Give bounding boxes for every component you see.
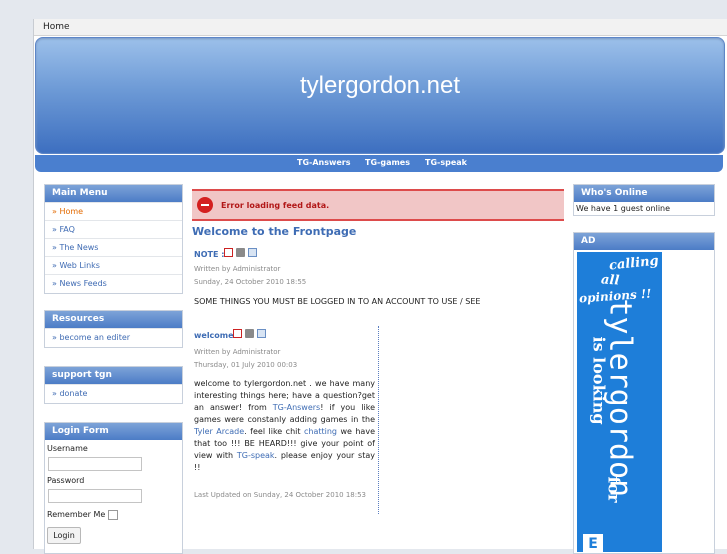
nav-tg-games[interactable]: TG-games [365, 158, 410, 167]
username-input[interactable] [48, 457, 142, 471]
password-input[interactable] [48, 489, 142, 503]
error-icon [197, 197, 213, 213]
page-title: Welcome to the Frontpage [192, 225, 357, 238]
pdf-icon[interactable] [233, 329, 242, 338]
whos-online-box: Who's Online We have 1 guest online [573, 184, 715, 216]
menu-item-web-links[interactable]: » Web Links [45, 256, 182, 274]
login-title: Login Form [45, 423, 182, 440]
top-nav: TG-Answers TG-games TG-speak [35, 155, 723, 172]
login-button[interactable]: Login [47, 527, 81, 544]
login-form: Login Form Username Password Remember Me… [44, 422, 183, 554]
link-chatting[interactable]: chatting [304, 427, 337, 436]
site-header: tylergordon.net [35, 37, 725, 154]
site-title[interactable]: tylergordon.net [36, 72, 724, 100]
link-tyler-arcade[interactable]: Tyler Arcade [194, 427, 244, 436]
menu-item-news[interactable]: » The News [45, 238, 182, 256]
ad-title: AD [574, 233, 714, 250]
remember-me-label: Remember Me [47, 510, 106, 519]
ad-banner[interactable]: calling all opinions !! tylergordon is l… [577, 252, 662, 552]
whos-online-title: Who's Online [574, 185, 714, 202]
welcome-author: Written by Administrator [194, 348, 281, 356]
menu-item-donate[interactable]: » donate [45, 384, 182, 402]
main-menu: Main Menu » Home » FAQ » The News » Web … [44, 184, 183, 294]
link-tg-speak[interactable]: TG-speak [237, 451, 275, 460]
page: Home tylergordon.net TG-Answers TG-games… [33, 19, 727, 554]
support-box: support tgn » donate [44, 366, 183, 404]
menu-item-become-editor[interactable]: » become an editer [45, 328, 182, 346]
nav-tg-speak[interactable]: TG-speak [425, 158, 467, 167]
resources-title: Resources [45, 311, 182, 328]
note-body: SOME THINGS YOU MUST BE LOGGED IN TO AN … [194, 297, 481, 306]
whos-online-text: We have 1 guest online [576, 204, 671, 213]
menu-item-news-feeds[interactable]: » News Feeds [45, 274, 182, 292]
welcome-text-3: . feel like chit [244, 427, 304, 436]
breadcrumb-home[interactable]: Home [43, 22, 70, 32]
email-icon[interactable] [257, 329, 266, 338]
breadcrumb: Home [34, 19, 727, 36]
support-title: support tgn [45, 367, 182, 384]
menu-item-faq[interactable]: » FAQ [45, 220, 182, 238]
remember-me-checkbox[interactable] [108, 510, 118, 520]
article-title-note[interactable]: NOTE : [194, 250, 224, 259]
pdf-icon[interactable] [224, 248, 233, 257]
main-menu-title: Main Menu [45, 185, 182, 202]
welcome-body: welcome to tylergordon.net . we have man… [194, 378, 375, 474]
print-icon[interactable] [245, 329, 254, 338]
ad-text-is-looking: is looking [589, 336, 609, 425]
ad-text-calling: calling [608, 253, 660, 274]
nav-tg-answers[interactable]: TG-Answers [297, 158, 351, 167]
ad-box: AD calling all opinions !! tylergordon i… [573, 232, 715, 554]
column-divider [378, 326, 379, 514]
ad-text-all: all [600, 272, 620, 289]
welcome-updated: Last Updated on Sunday, 24 October 2010 … [194, 491, 366, 499]
resources-box: Resources » become an editer [44, 310, 183, 348]
ad-text-for: for [604, 476, 624, 503]
note-date: Sunday, 24 October 2010 18:55 [194, 278, 307, 286]
password-label: Password [47, 476, 85, 485]
ad-text-e: E [583, 534, 603, 552]
email-icon[interactable] [248, 248, 257, 257]
error-banner: Error loading feed data. [192, 189, 564, 221]
article-title-welcome[interactable]: welcome [194, 331, 234, 340]
note-actions [224, 248, 260, 258]
link-tg-answers[interactable]: TG-Answers [273, 403, 320, 412]
note-author: Written by Administrator [194, 265, 281, 273]
print-icon[interactable] [236, 248, 245, 257]
welcome-actions [233, 329, 269, 339]
error-message: Error loading feed data. [221, 201, 330, 210]
menu-item-home[interactable]: » Home [45, 202, 182, 220]
username-label: Username [47, 444, 88, 453]
welcome-date: Thursday, 01 July 2010 00:03 [194, 361, 298, 369]
